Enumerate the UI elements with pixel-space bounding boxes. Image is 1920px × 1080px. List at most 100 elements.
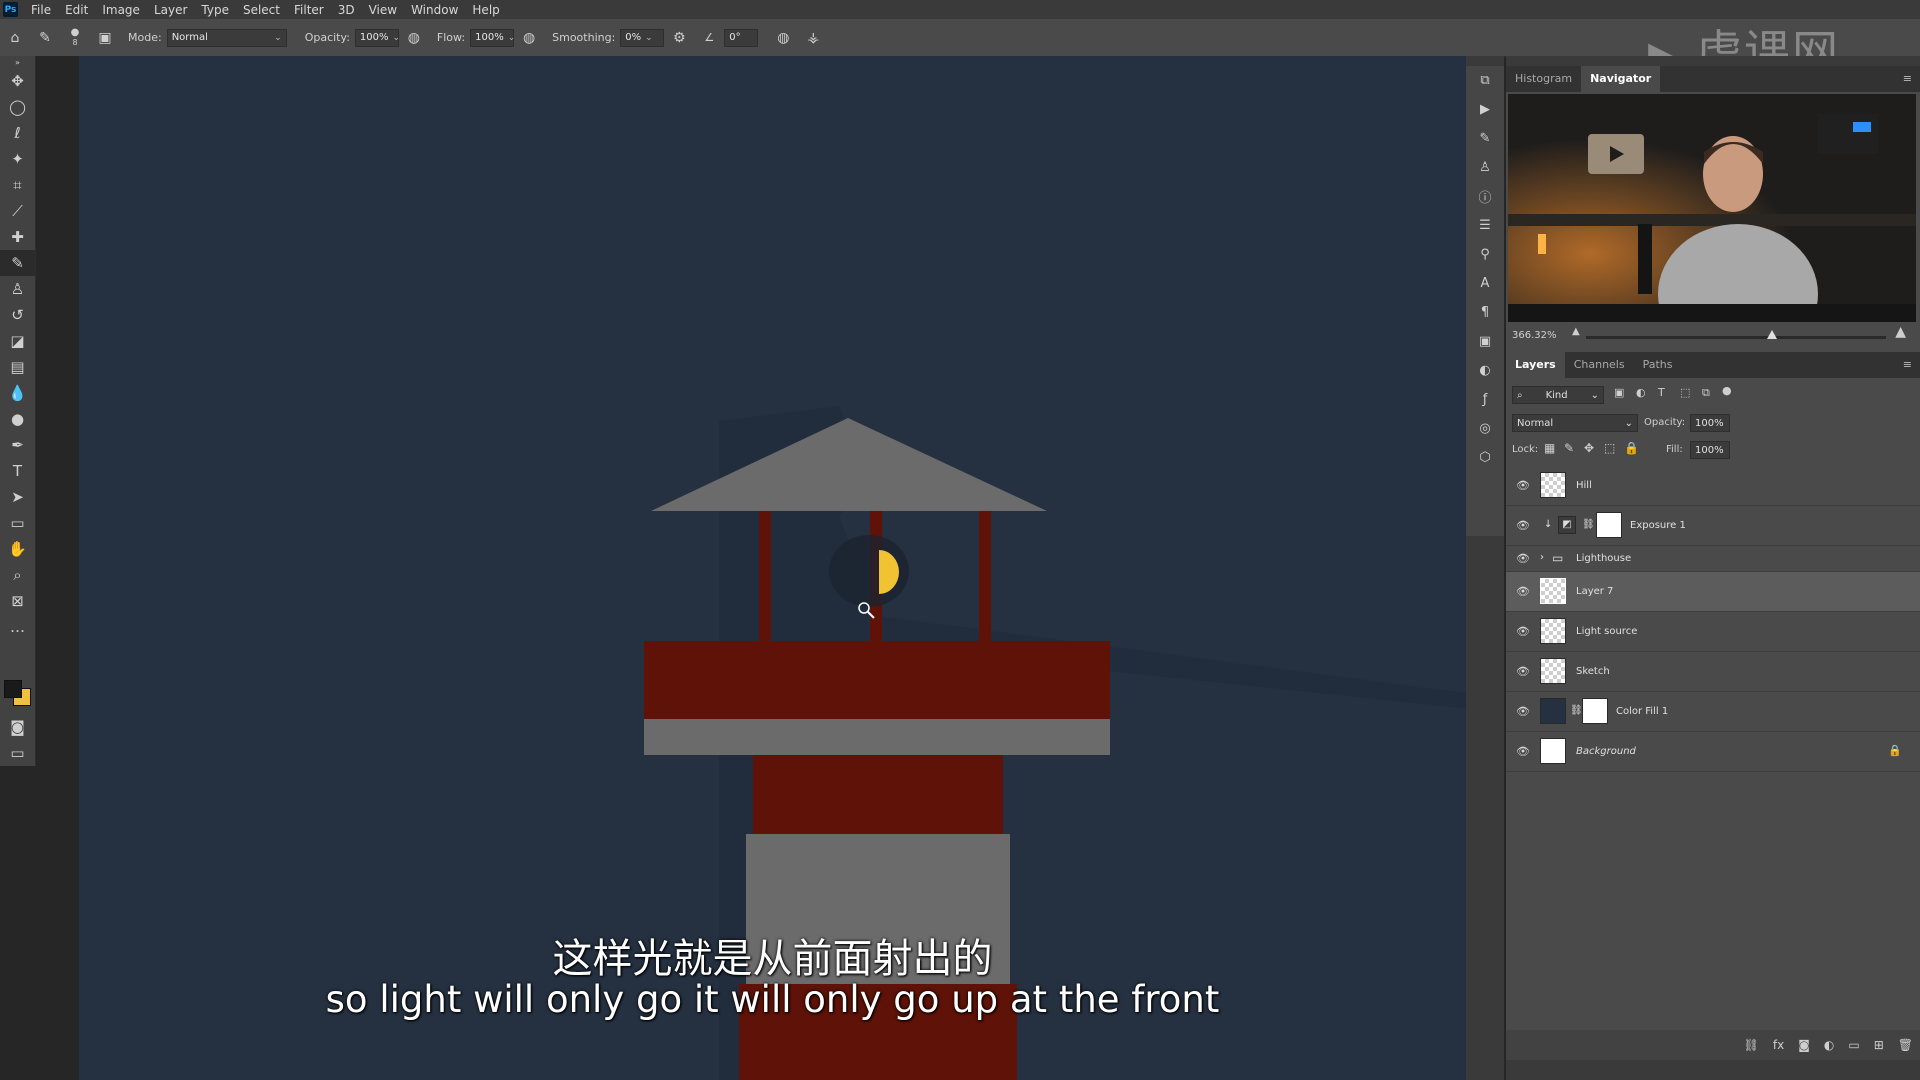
menu-view[interactable]: View	[362, 3, 404, 17]
fill-field[interactable]: 100%	[1690, 441, 1730, 459]
layer-row-background[interactable]: 👁 Background 🔒	[1506, 732, 1920, 772]
actions-panel-icon[interactable]: ▶	[1466, 95, 1504, 124]
navigator-zoom-slider[interactable]	[1586, 336, 1886, 339]
document-canvas[interactable]: 这样光就是从前面射出的 so light will only go it wil…	[79, 56, 1466, 1080]
smoothing-field[interactable]: 0% ⌄	[620, 28, 665, 47]
layer-mask-thumbnail[interactable]	[1582, 698, 1608, 724]
new-layer-icon[interactable]: ⊞	[1874, 1038, 1884, 1052]
paragraph-panel-icon[interactable]: ¶	[1466, 298, 1504, 327]
layer-opacity-field[interactable]: 100%	[1690, 414, 1730, 432]
visibility-eye-icon[interactable]: 👁	[1516, 519, 1530, 532]
swatches-panel-icon[interactable]: ◎	[1466, 414, 1504, 443]
brush-preset-icon[interactable]: ✎	[34, 30, 56, 46]
filter-shape-icon[interactable]: ⬚	[1680, 386, 1690, 399]
angle-field[interactable]: 0°	[724, 28, 759, 47]
menu-image[interactable]: Image	[95, 3, 147, 17]
visibility-eye-icon[interactable]: 👁	[1516, 745, 1530, 758]
dodge-tool-icon[interactable]: ●	[0, 406, 35, 432]
clone-source-panel-icon[interactable]: ♙	[1466, 153, 1504, 182]
character-panel-icon[interactable]: A	[1466, 269, 1504, 298]
menu-help[interactable]: Help	[465, 3, 506, 17]
filter-smartobject-icon[interactable]: ⧉	[1702, 386, 1710, 400]
eraser-tool-icon[interactable]: ◪	[0, 328, 35, 354]
flow-field[interactable]: 100% ⌄	[470, 28, 515, 47]
gear-icon[interactable]: ⚙	[668, 30, 690, 46]
brush-tool-icon[interactable]: ✎	[0, 250, 35, 276]
menu-file[interactable]: File	[24, 3, 58, 17]
tab-navigator[interactable]: Navigator	[1581, 66, 1661, 92]
layer-mask-thumbnail[interactable]	[1596, 512, 1622, 538]
gradient-tool-icon[interactable]: ▤	[0, 354, 35, 380]
layer-row-layer-7[interactable]: 👁 Layer 7	[1506, 572, 1920, 612]
clone-stamp-tool-icon[interactable]: ♙	[0, 276, 35, 302]
tab-channels[interactable]: Channels	[1565, 352, 1634, 378]
blur-tool-icon[interactable]: 💧	[0, 380, 35, 406]
symmetry-icon[interactable]: ⚶	[802, 30, 824, 46]
link-layers-icon[interactable]: ⛓	[1744, 1038, 1759, 1052]
opacity-field[interactable]: 100% ⌄	[354, 28, 400, 47]
new-adjustment-icon[interactable]: ◐	[1824, 1038, 1834, 1052]
lasso-tool-icon[interactable]: ℓ	[0, 120, 35, 146]
libraries-panel-icon[interactable]: ▣	[1466, 327, 1504, 356]
airbrush-icon[interactable]: ◍	[518, 30, 540, 46]
tab-histogram[interactable]: Histogram	[1506, 66, 1581, 92]
filter-pixel-icon[interactable]: ▣	[1614, 386, 1624, 399]
blend-mode-select[interactable]: Normal ⌄	[1512, 414, 1638, 432]
layer-row-color-fill-1[interactable]: 👁 ⛓ Color Fill 1	[1506, 692, 1920, 732]
filter-toggle-icon[interactable]: ●	[1722, 384, 1732, 397]
mode-select[interactable]: Normal ⌄	[166, 28, 287, 47]
zoom-in-icon[interactable]: ▲	[1895, 324, 1906, 340]
visibility-eye-icon[interactable]: 👁	[1516, 665, 1530, 678]
menu-window[interactable]: Window	[404, 3, 465, 17]
more-tools-icon[interactable]: …	[0, 614, 35, 640]
add-mask-icon[interactable]: ◙	[1798, 1038, 1810, 1052]
lock-all-icon[interactable]: 🔒	[1624, 441, 1639, 455]
rectangle-tool-icon[interactable]: ▭	[0, 510, 35, 536]
panel-menu-icon[interactable]: ≡	[1903, 72, 1912, 85]
collapse-toolbar-icon[interactable]: »	[0, 56, 35, 68]
eyedropper-tool-icon[interactable]: ⟋	[0, 198, 35, 224]
zoom-out-icon[interactable]: ▲	[1572, 326, 1580, 337]
filter-adjustment-icon[interactable]: ◐	[1636, 386, 1646, 399]
visibility-eye-icon[interactable]: 👁	[1516, 625, 1530, 638]
3d-panel-icon[interactable]: ⬡	[1466, 443, 1504, 472]
layer-row-exposure-1[interactable]: 👁 ↓ ◩ ⛓ Exposure 1	[1506, 506, 1920, 546]
menu-select[interactable]: Select	[236, 3, 287, 17]
brush-settings-panel-icon[interactable]: ✎	[1466, 124, 1504, 153]
lock-artboard-icon[interactable]: ⬚	[1604, 441, 1615, 455]
visibility-eye-icon[interactable]: 👁	[1516, 479, 1530, 492]
screen-mode-icon[interactable]: ▭	[0, 740, 35, 766]
visibility-eye-icon[interactable]: 👁	[1516, 585, 1530, 598]
group-expand-chevron-icon[interactable]: ›	[1540, 552, 1544, 563]
info-panel-icon[interactable]: ⓘ	[1466, 182, 1504, 211]
magic-wand-tool-icon[interactable]: ✦	[0, 146, 35, 172]
home-icon[interactable]: ⌂	[4, 30, 26, 46]
visibility-eye-icon[interactable]: 👁	[1516, 705, 1530, 718]
frame-tool-icon[interactable]: ⊠	[0, 588, 35, 614]
pressure-opacity-icon[interactable]: ◍	[403, 30, 425, 46]
tab-layers[interactable]: Layers	[1506, 352, 1565, 378]
navigator-preview[interactable]	[1508, 94, 1916, 322]
brush-size-icon[interactable]: ● 8	[64, 27, 86, 48]
crop-tool-icon[interactable]: ⌗	[0, 172, 35, 198]
styles-panel-icon[interactable]: ƒ	[1466, 385, 1504, 414]
healing-tool-icon[interactable]: ✚	[0, 224, 35, 250]
layer-row-hill[interactable]: 👁 Hill	[1506, 466, 1920, 506]
new-group-icon[interactable]: ▭	[1848, 1038, 1859, 1052]
properties-panel-icon[interactable]: ☰	[1466, 211, 1504, 240]
path-select-tool-icon[interactable]: ➤	[0, 484, 35, 510]
filter-type-icon[interactable]: T	[1658, 386, 1665, 399]
adjustments-panel-icon[interactable]: ⚲	[1466, 240, 1504, 269]
tab-paths[interactable]: Paths	[1634, 352, 1682, 378]
layer-filter-select[interactable]: ⌕ Kind ⌄	[1512, 386, 1604, 404]
type-tool-icon[interactable]: T	[0, 458, 35, 484]
zoom-tool-icon[interactable]: ⌕	[0, 562, 35, 588]
move-tool-icon[interactable]: ✥	[0, 68, 35, 94]
history-panel-icon[interactable]: ⧉	[1466, 66, 1504, 95]
visibility-eye-icon[interactable]: 👁	[1516, 552, 1530, 565]
menu-filter[interactable]: Filter	[287, 3, 331, 17]
delete-layer-icon[interactable]: 🗑	[1898, 1038, 1913, 1052]
quick-mask-icon[interactable]: ◙	[0, 714, 35, 740]
menu-layer[interactable]: Layer	[147, 3, 194, 17]
foreground-color-swatch[interactable]	[4, 680, 22, 698]
